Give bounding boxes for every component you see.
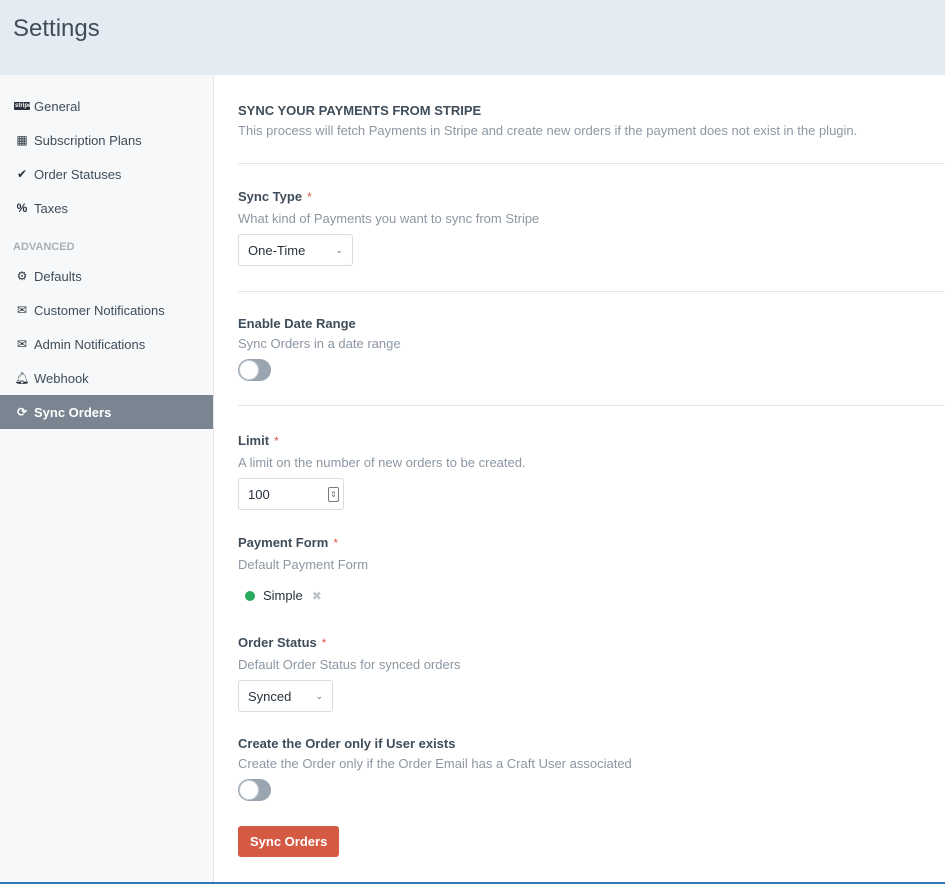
sidebar-section-advanced: ADVANCED (13, 241, 75, 253)
order-status-value: Synced (248, 688, 292, 704)
sidebar: stripe General ▦ Subscription Plans ✔ Order… (0, 75, 214, 884)
order-status-label: Order Status (238, 635, 317, 650)
percent-icon: % (16, 201, 28, 215)
number-spinner-icon[interactable]: ⇕ (328, 486, 339, 502)
required-indicator: * (333, 536, 338, 550)
toggle-knob (239, 360, 259, 380)
sidebar-item-customer-notifications[interactable]: ✉ Customer Notifications (0, 293, 213, 327)
section-title: SYNC YOUR PAYMENTS FROM STRIPE (238, 103, 482, 118)
payment-form-value: Simple (263, 588, 303, 603)
user-exists-label: Create the Order only if User exists (238, 736, 456, 751)
date-range-hint: Sync Orders in a date range (238, 336, 401, 351)
sidebar-item-sync-orders[interactable]: ⟳ Sync Orders (0, 395, 213, 429)
stripe-logo-icon: stripe (14, 102, 32, 110)
limit-value: 100 (248, 486, 270, 502)
sync-type-hint: What kind of Payments you want to sync f… (238, 211, 540, 226)
sidebar-item-taxes[interactable]: % Taxes (0, 191, 213, 225)
limit-input[interactable]: 100 ⇕ (238, 478, 344, 510)
order-status-select[interactable]: Synced ⌄ (238, 680, 333, 712)
required-indicator: * (307, 190, 312, 204)
main-content: SYNC YOUR PAYMENTS FROM STRIPE This proc… (238, 75, 945, 857)
sidebar-item-general[interactable]: stripe General (0, 89, 213, 123)
sidebar-item-label: Order Statuses (34, 166, 122, 182)
limit-hint: A limit on the number of new orders to b… (238, 455, 526, 470)
limit-label: Limit (238, 433, 270, 448)
date-range-label: Enable Date Range (238, 316, 356, 331)
sidebar-item-label: Webhook (34, 370, 89, 386)
status-dot-icon (245, 590, 255, 601)
payment-form-label: Payment Form (238, 535, 329, 550)
sync-type-select[interactable]: One-Time ⌄ (238, 234, 353, 266)
order-status-hint: Default Order Status for synced orders (238, 657, 461, 672)
page-header: Settings (0, 0, 945, 75)
sidebar-item-order-statuses[interactable]: ✔ Order Statuses (0, 157, 213, 191)
chevron-down-icon: ⌄ (335, 244, 343, 255)
sync-type-label: Sync Type (238, 189, 303, 204)
sync-type-value: One-Time (248, 242, 306, 258)
remove-icon[interactable]: ✖ (312, 589, 322, 603)
gear-icon: ⚙ (16, 269, 28, 283)
envelope-icon: ✉ (16, 337, 28, 351)
sidebar-item-label: Admin Notifications (34, 336, 146, 352)
sidebar-item-defaults[interactable]: ⚙ Defaults (0, 259, 213, 293)
sync-icon: ⟳ (16, 405, 28, 419)
check-circle-icon: ✔ (16, 167, 28, 181)
bell-icon: 🔔︎ (14, 371, 30, 385)
page-title: Settings (13, 15, 100, 42)
sync-orders-button[interactable]: Sync Orders (238, 826, 340, 857)
sidebar-item-label: Taxes (34, 200, 68, 216)
sidebar-item-admin-notifications[interactable]: ✉ Admin Notifications (0, 327, 213, 361)
calendar-icon: ▦ (16, 133, 28, 147)
payment-form-hint: Default Payment Form (238, 557, 369, 572)
sidebar-item-subscription-plans[interactable]: ▦ Subscription Plans (0, 123, 213, 157)
sidebar-item-label: Customer Notifications (34, 302, 165, 318)
sidebar-item-label: General (34, 98, 81, 114)
sidebar-item-label: Subscription Plans (34, 132, 142, 148)
chevron-down-icon: ⌄ (315, 690, 323, 701)
sidebar-item-label: Defaults (34, 268, 82, 284)
payment-form-chip: Simple ✖ (238, 588, 945, 603)
user-exists-toggle[interactable] (238, 779, 271, 801)
sidebar-item-webhook[interactable]: 🔔︎ Webhook (0, 361, 213, 395)
date-range-toggle[interactable] (238, 359, 271, 381)
user-exists-hint: Create the Order only if the Order Email… (238, 756, 632, 771)
required-indicator: * (274, 434, 279, 448)
envelope-icon: ✉ (16, 303, 28, 317)
toggle-knob (239, 780, 259, 800)
required-indicator: * (321, 636, 327, 650)
sidebar-item-label: Sync Orders (34, 404, 112, 420)
section-description: This process will fetch Payments in Stri… (238, 123, 858, 138)
